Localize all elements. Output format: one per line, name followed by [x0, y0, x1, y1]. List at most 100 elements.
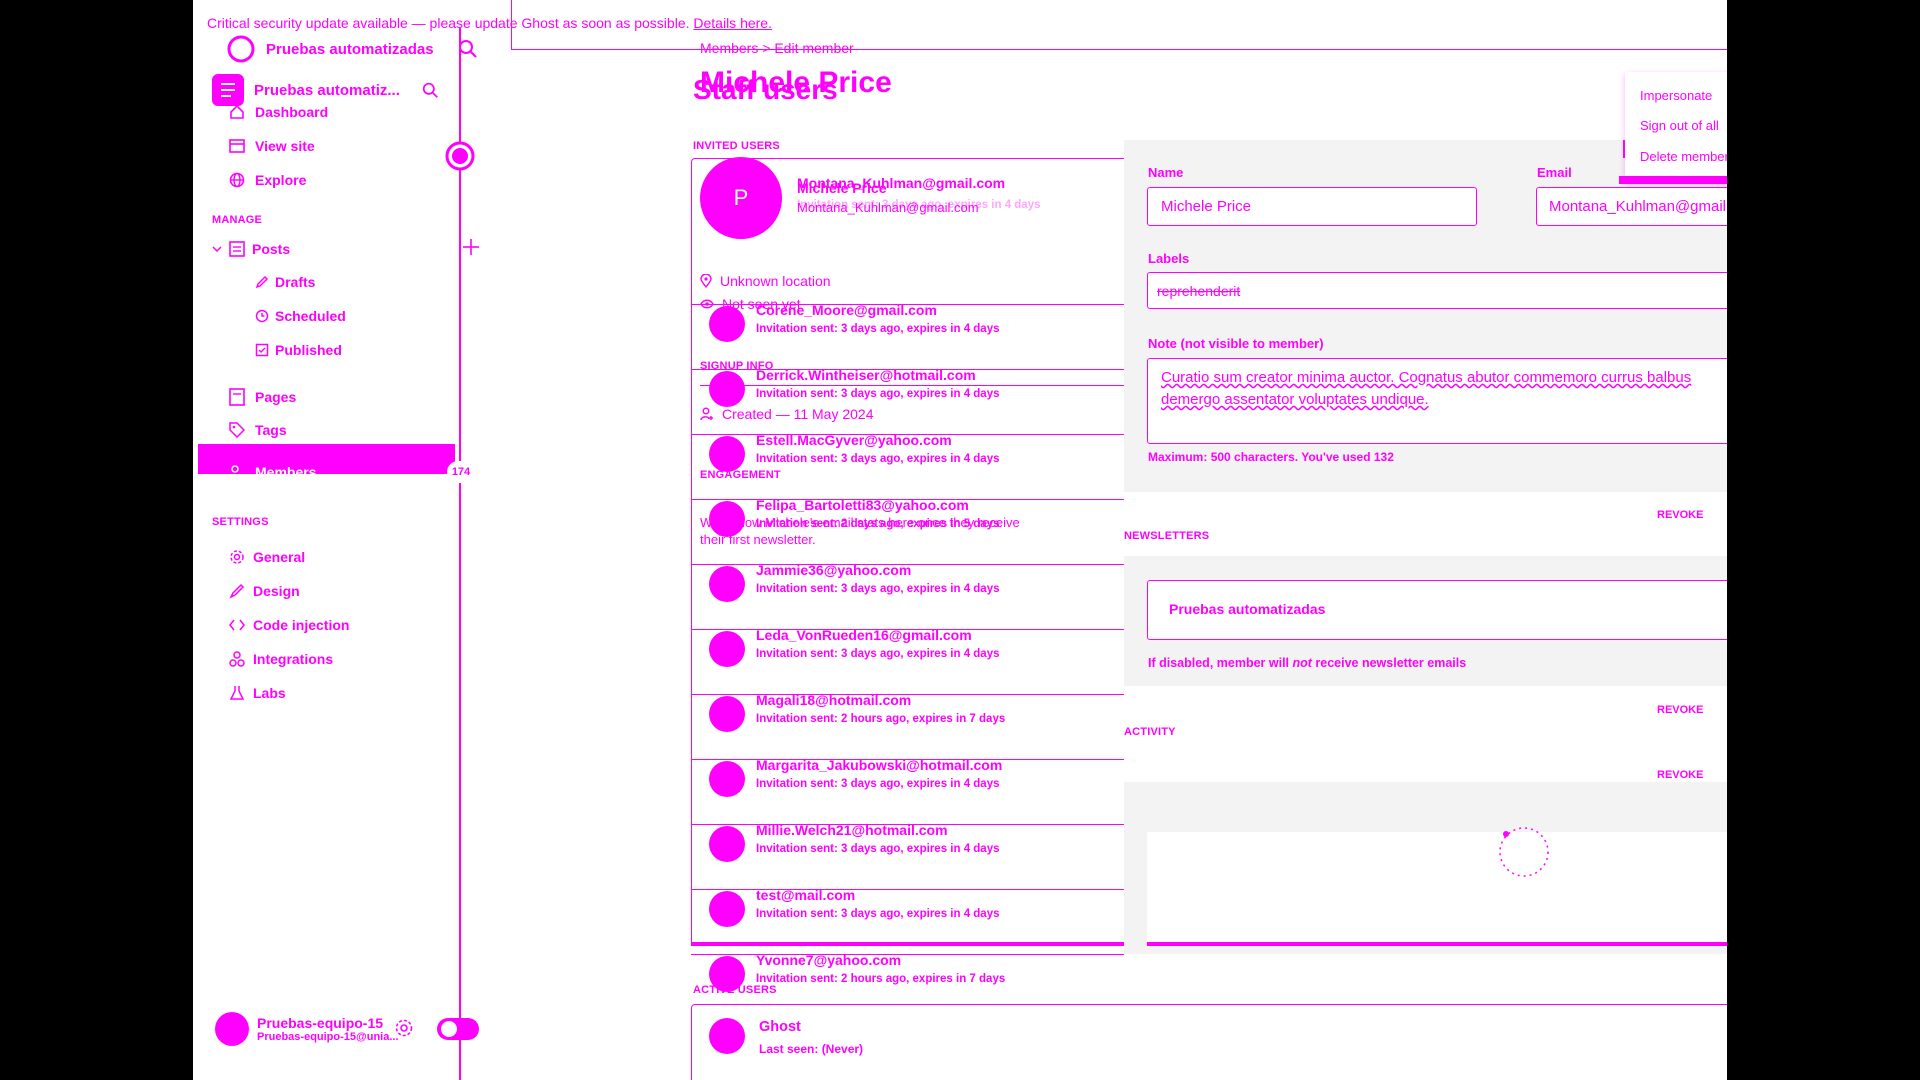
sidebar-resize-handle-icon[interactable] [444, 140, 476, 172]
nav-view-site-label: View site [255, 138, 315, 154]
nav-dashboard-label: Dashboard [255, 104, 329, 120]
row-divider [691, 499, 1124, 500]
breadcrumb-current: Edit member [774, 40, 854, 56]
name-input-value: Michele Price [1161, 198, 1252, 215]
invite-avatar [709, 696, 745, 732]
active-user-last-seen: Last seen: (Never) [759, 1042, 864, 1056]
invite-avatar [709, 371, 745, 407]
row-divider [691, 889, 1124, 890]
member-created: Created — 11 May 2024 [700, 406, 874, 422]
dark-mode-toggle[interactable] [436, 1017, 480, 1041]
nav-view-site[interactable]: View site [229, 138, 315, 154]
label-token[interactable]: reprehenderit [1157, 283, 1240, 299]
member-location: Unknown location [700, 273, 831, 289]
settings-heading: SETTINGS [212, 516, 269, 528]
settings-gear-icon[interactable] [394, 1018, 414, 1038]
row-divider [691, 434, 1124, 435]
invite-status: Invitation sent: 3 days ago, expires in … [756, 648, 1000, 660]
breadcrumb-members[interactable]: Members [700, 40, 758, 56]
eye-icon [700, 299, 714, 309]
site-switcher[interactable]: Pruebas automatiz... [212, 74, 400, 106]
nav-drafts-label: Drafts [275, 274, 316, 290]
row-divider [691, 629, 1124, 630]
nav-labs[interactable]: Labs [229, 685, 286, 701]
nav-pages[interactable]: Pages [229, 388, 296, 406]
member-seen: Not seen yet [700, 296, 801, 312]
nav-tags[interactable]: Tags [229, 422, 287, 438]
member-email: Montana_Kuhlman@gmail.com [797, 200, 979, 215]
user-menu[interactable]: Pruebas-equipo-15 Pruebas-equipo-15@unia… [215, 1012, 399, 1046]
engagement-text-line-2: their first newsletter. [700, 532, 816, 547]
signup-info-heading: SIGNUP INFO [700, 360, 774, 372]
panel-divider [511, 0, 512, 50]
nav-integrations[interactable]: Integrations [229, 651, 333, 667]
newsletter-hint-1: If disabled, member will [1148, 656, 1293, 670]
breadcrumb-separator: > [762, 40, 771, 56]
nav-scheduled[interactable]: Scheduled [255, 308, 346, 324]
pencil-icon [255, 275, 269, 289]
revoke-button[interactable]: REVOKE [1657, 509, 1703, 521]
newsletter-hint-not: not [1292, 656, 1312, 670]
globe-icon [229, 172, 245, 188]
user-add-icon [700, 407, 714, 421]
nav-posts[interactable]: Posts [212, 240, 290, 258]
nav-code-injection[interactable]: Code injection [229, 617, 349, 633]
invite-status: Invitation sent: 3 days ago, expires in … [756, 583, 1000, 595]
invite-status: Invitation sent: 3 days ago, expires in … [756, 323, 1000, 335]
code-icon [229, 618, 245, 632]
new-post-icon[interactable] [461, 237, 481, 257]
tag-icon [229, 422, 245, 438]
user-name: Pruebas-equipo-15 [257, 1015, 384, 1031]
menu-impersonate[interactable]: Impersonate [1640, 88, 1712, 103]
nav-members[interactable]: Members [229, 464, 316, 480]
invite-status: Invitation sent: 3 days ago, expires in … [756, 388, 1000, 400]
nav-explore[interactable]: Explore [229, 172, 306, 188]
chevron-down-icon[interactable] [212, 244, 222, 254]
revoke-button[interactable]: REVOKE [1657, 704, 1703, 716]
browser-icon [229, 138, 245, 154]
note-hint: Maximum: 500 characters. You've used 132 [1148, 450, 1394, 464]
revoke-button[interactable]: REVOKE [1657, 769, 1703, 781]
newsletters-heading: NEWSLETTERS [1124, 530, 1210, 542]
top-rule [511, 49, 1727, 50]
member-avatar: P [700, 157, 782, 239]
nav-general[interactable]: General [229, 549, 305, 565]
members-icon [229, 465, 245, 479]
menu-sign-out[interactable]: Sign out of all [1640, 118, 1719, 133]
menu-divider [1623, 140, 1625, 158]
banner-link[interactable]: Details here. [693, 15, 772, 31]
engagement-heading: ENGAGEMENT [700, 469, 781, 481]
nav-design[interactable]: Design [229, 583, 300, 599]
invite-status: Invitation sent: 2 hours ago, expires in… [756, 713, 1006, 725]
menu-bottom-border [1619, 176, 1727, 184]
note-hint-mid: characters. You've used [1230, 450, 1374, 464]
members-count-badge: 174 [447, 461, 475, 483]
avatar [215, 1012, 249, 1046]
nav-published[interactable]: Published [255, 342, 342, 358]
invite-avatar [709, 826, 745, 862]
name-label: Name [1148, 165, 1184, 180]
nav-drafts[interactable]: Drafts [255, 274, 315, 290]
site-title-short: Pruebas automatiz... [254, 81, 400, 99]
menu-delete-member[interactable]: Delete member [1640, 149, 1727, 164]
member-name: Michele Price [797, 180, 887, 196]
activity-heading: ACTIVITY [1124, 726, 1176, 738]
app-frame: Critical security update available — ple… [193, 0, 1727, 1080]
ghost-avatar [709, 1018, 745, 1054]
integrations-icon [229, 651, 245, 667]
search-icon[interactable] [458, 39, 478, 59]
members-count: 174 [451, 466, 471, 478]
nav-dashboard[interactable]: Dashboard [229, 104, 328, 120]
active-user-name[interactable]: Ghost [759, 1019, 801, 1035]
invite-avatar [709, 761, 745, 797]
breadcrumb: Members > Edit member [700, 40, 854, 56]
location-pin-icon [700, 274, 712, 288]
newsletter-name: Pruebas automatizadas [1169, 601, 1326, 617]
sidebar-search-icon[interactable] [422, 82, 439, 99]
site-header[interactable]: Pruebas automatizadas [226, 34, 434, 64]
nav-tags-label: Tags [255, 422, 287, 438]
invite-status: Invitation sent: 3 days ago, expires in … [756, 453, 1000, 465]
member-seen-text: Not seen yet [722, 296, 801, 312]
invite-status: Invitation sent: 2 hours ago, expires in… [756, 973, 1006, 985]
invite-avatar [709, 436, 745, 472]
